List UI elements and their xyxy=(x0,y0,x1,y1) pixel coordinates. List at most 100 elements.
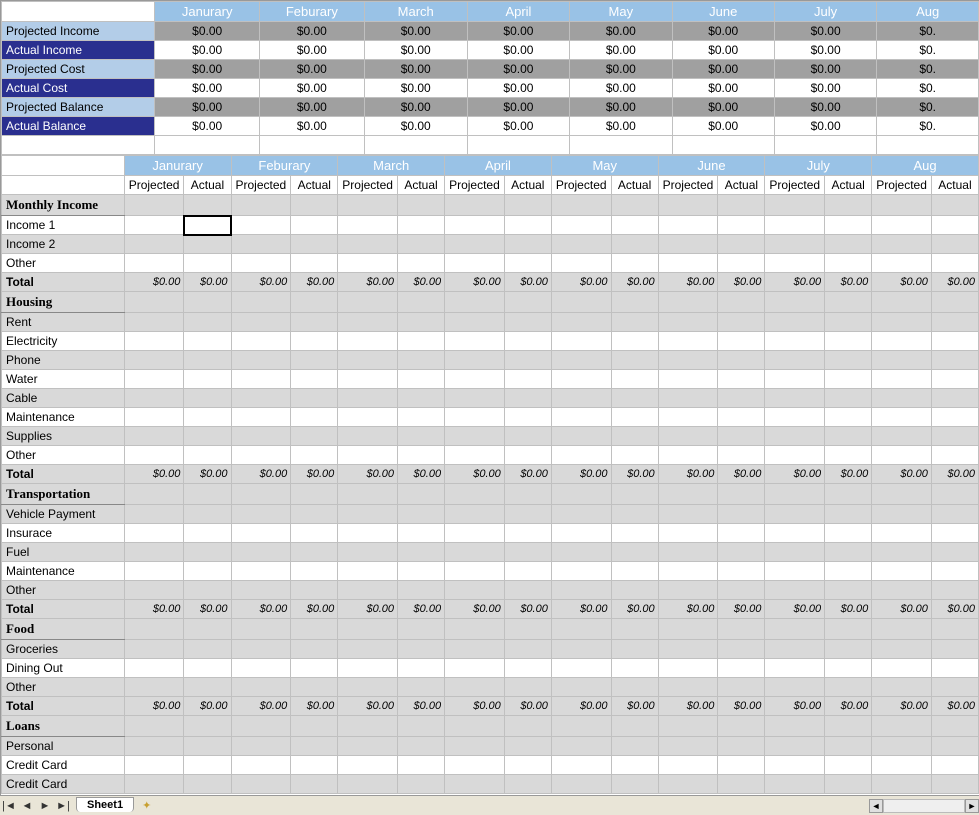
data-cell[interactable] xyxy=(765,408,825,427)
scroll-left-icon[interactable]: ◄ xyxy=(869,799,883,813)
section-header-cell[interactable] xyxy=(765,195,825,216)
data-cell[interactable] xyxy=(931,659,978,678)
total-cell[interactable]: $0.00 xyxy=(504,600,551,619)
data-cell[interactable] xyxy=(611,524,658,543)
data-cell[interactable] xyxy=(551,678,611,697)
line-item-label[interactable]: Vehicle Payment xyxy=(2,505,125,524)
data-cell[interactable] xyxy=(825,332,872,351)
data-cell[interactable] xyxy=(184,427,231,446)
data-cell[interactable] xyxy=(504,562,551,581)
data-cell[interactable] xyxy=(551,370,611,389)
data-cell[interactable] xyxy=(504,659,551,678)
section-header-cell[interactable] xyxy=(445,716,505,737)
data-cell[interactable] xyxy=(658,216,718,235)
data-cell[interactable] xyxy=(338,370,398,389)
data-cell[interactable] xyxy=(291,351,338,370)
data-cell[interactable] xyxy=(931,581,978,600)
data-cell[interactable] xyxy=(551,332,611,351)
data-cell[interactable] xyxy=(611,543,658,562)
data-cell[interactable] xyxy=(397,427,444,446)
data-cell[interactable] xyxy=(718,543,765,562)
data-cell[interactable] xyxy=(445,524,505,543)
data-cell[interactable] xyxy=(338,427,398,446)
summary-cell[interactable]: $0.00 xyxy=(364,79,467,98)
data-cell[interactable] xyxy=(445,254,505,273)
data-cell[interactable] xyxy=(718,446,765,465)
data-cell[interactable] xyxy=(291,543,338,562)
blank-cell[interactable] xyxy=(259,136,364,155)
data-cell[interactable] xyxy=(184,524,231,543)
data-cell[interactable] xyxy=(291,678,338,697)
total-cell[interactable]: $0.00 xyxy=(184,465,231,484)
data-cell[interactable] xyxy=(397,581,444,600)
data-cell[interactable] xyxy=(931,351,978,370)
data-cell[interactable] xyxy=(765,775,825,794)
data-cell[interactable] xyxy=(338,581,398,600)
section-header-cell[interactable] xyxy=(445,619,505,640)
data-cell[interactable] xyxy=(504,756,551,775)
data-cell[interactable] xyxy=(931,640,978,659)
total-cell[interactable]: $0.00 xyxy=(931,600,978,619)
data-cell[interactable] xyxy=(825,562,872,581)
data-cell[interactable] xyxy=(658,524,718,543)
data-cell[interactable] xyxy=(718,313,765,332)
total-cell[interactable]: $0.00 xyxy=(184,600,231,619)
data-cell[interactable] xyxy=(611,737,658,756)
total-cell[interactable]: $0.00 xyxy=(291,465,338,484)
data-cell[interactable] xyxy=(825,640,872,659)
summary-cell[interactable]: $0. xyxy=(877,41,979,60)
section-header-cell[interactable] xyxy=(718,195,765,216)
data-cell[interactable] xyxy=(338,505,398,524)
total-cell[interactable]: $0.00 xyxy=(124,273,184,292)
total-cell[interactable]: $0.00 xyxy=(718,273,765,292)
data-cell[interactable] xyxy=(825,446,872,465)
total-cell[interactable]: $0.00 xyxy=(872,697,932,716)
data-cell[interactable] xyxy=(931,446,978,465)
data-cell[interactable] xyxy=(718,332,765,351)
data-cell[interactable] xyxy=(504,737,551,756)
total-cell[interactable]: $0.00 xyxy=(931,273,978,292)
data-cell[interactable] xyxy=(611,351,658,370)
data-cell[interactable] xyxy=(445,640,505,659)
total-cell[interactable]: $0.00 xyxy=(231,600,291,619)
section-header-cell[interactable] xyxy=(291,292,338,313)
data-cell[interactable] xyxy=(504,313,551,332)
data-cell[interactable] xyxy=(765,505,825,524)
summary-cell[interactable]: $0.00 xyxy=(672,98,774,117)
summary-cell[interactable]: $0.00 xyxy=(467,60,569,79)
section-header-cell[interactable] xyxy=(765,619,825,640)
line-item-label[interactable]: Supplies xyxy=(2,427,125,446)
data-cell[interactable] xyxy=(931,216,978,235)
data-cell[interactable] xyxy=(611,235,658,254)
selected-cell[interactable] xyxy=(184,216,231,235)
data-cell[interactable] xyxy=(124,408,184,427)
spreadsheet-grid[interactable]: JanuraryFeburaryMarchAprilMayJuneJulyAug… xyxy=(0,0,979,795)
data-cell[interactable] xyxy=(184,408,231,427)
data-cell[interactable] xyxy=(397,370,444,389)
data-cell[interactable] xyxy=(765,524,825,543)
data-cell[interactable] xyxy=(291,659,338,678)
section-header-cell[interactable] xyxy=(718,484,765,505)
data-cell[interactable] xyxy=(931,543,978,562)
data-cell[interactable] xyxy=(611,370,658,389)
summary-cell[interactable]: $0.00 xyxy=(259,60,364,79)
data-cell[interactable] xyxy=(611,756,658,775)
data-cell[interactable] xyxy=(124,775,184,794)
line-item-label[interactable]: Personal xyxy=(2,737,125,756)
data-cell[interactable] xyxy=(765,313,825,332)
summary-cell[interactable]: $0.00 xyxy=(155,60,260,79)
line-item-label[interactable]: Income 2 xyxy=(2,235,125,254)
data-cell[interactable] xyxy=(397,756,444,775)
data-cell[interactable] xyxy=(551,313,611,332)
data-cell[interactable] xyxy=(397,446,444,465)
total-cell[interactable]: $0.00 xyxy=(872,600,932,619)
data-cell[interactable] xyxy=(445,659,505,678)
data-cell[interactable] xyxy=(291,408,338,427)
data-cell[interactable] xyxy=(184,581,231,600)
data-cell[interactable] xyxy=(611,389,658,408)
summary-cell[interactable]: $0.00 xyxy=(672,60,774,79)
data-cell[interactable] xyxy=(931,427,978,446)
data-cell[interactable] xyxy=(931,332,978,351)
section-header-cell[interactable] xyxy=(825,484,872,505)
data-cell[interactable] xyxy=(184,446,231,465)
